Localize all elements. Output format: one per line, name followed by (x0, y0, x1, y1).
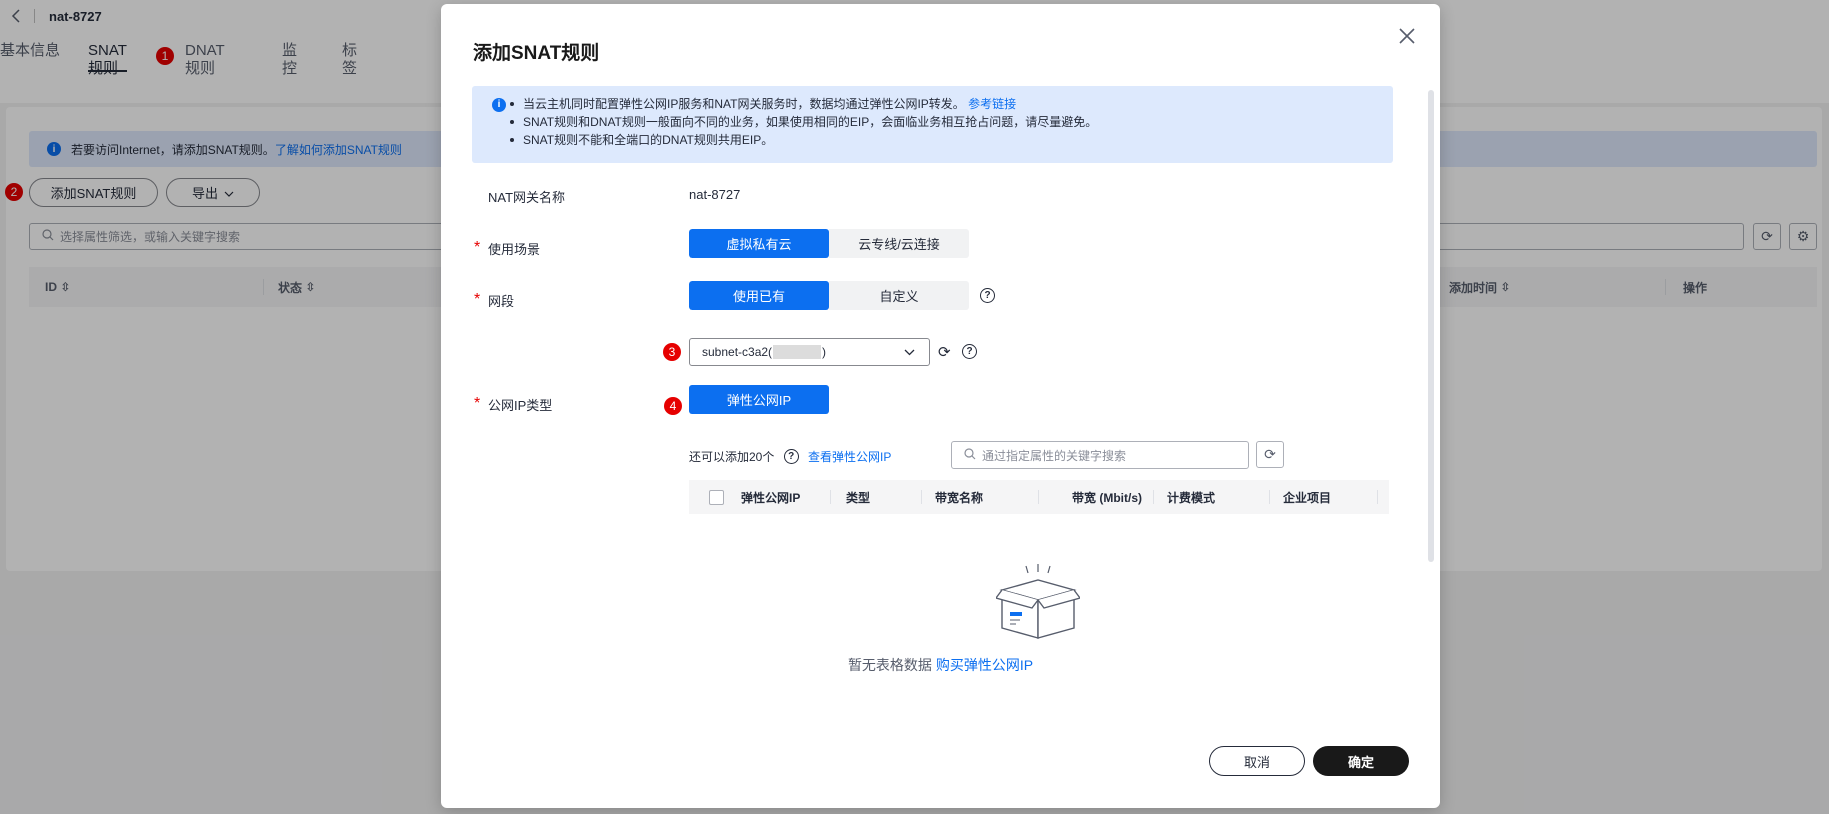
ip-type-label: * 公网IP类型 (474, 395, 553, 413)
gateway-name-value: nat-8727 (689, 187, 741, 202)
gateway-name-label: NAT网关名称 (488, 190, 566, 205)
column-header-enterprise-project: 企业项目 (1283, 490, 1332, 505)
eip-refresh-button[interactable]: ⟳ (1256, 441, 1284, 468)
scenario-option-vpc[interactable]: 虚拟私有云 (689, 229, 829, 258)
dialog-title: 添加SNAT规则 (473, 43, 600, 64)
subnet-mode-selector: 使用已有 自定义 (689, 281, 969, 310)
reference-link[interactable]: 参考链接 (968, 97, 1016, 111)
redacted-value (773, 345, 822, 359)
eip-search-input[interactable]: 通过指定属性的关键字搜索 (951, 441, 1249, 469)
column-header-bandwidth-name: 带宽名称 (935, 490, 984, 505)
column-header-billing: 计费模式 (1167, 490, 1216, 505)
eip-counter: 还可以添加20个 ? 查看弹性公网IP (689, 448, 891, 465)
step-badge: 3 (663, 343, 681, 361)
notice-item: SNAT规则不能和全端口的DNAT规则共用EIP。 (510, 131, 1393, 149)
notice-item: SNAT规则和DNAT规则一般面向不同的业务，如果使用相同的EIP，会面临业务相… (510, 113, 1393, 131)
view-eip-link[interactable]: 查看弹性公网IP (808, 450, 891, 464)
column-header-eip: 弹性公网IP (741, 490, 801, 505)
close-icon[interactable] (1396, 25, 1418, 47)
subnet-select-suffix: ) (822, 345, 827, 359)
search-icon (964, 447, 976, 463)
help-icon[interactable]: ? (962, 344, 977, 359)
scenario-label: * 使用场景 (474, 239, 541, 257)
column-divider (1269, 490, 1270, 504)
info-icon: i (492, 98, 506, 112)
dialog-notice: i 当云主机同时配置弹性公网IP服务和NAT网关服务时，数据均通过弹性公网IP转… (472, 86, 1393, 163)
select-all-checkbox[interactable] (709, 490, 724, 505)
subnet-select[interactable]: subnet-c3a2() (689, 338, 930, 366)
column-divider (830, 490, 831, 504)
subnet-label: * 网段 (474, 291, 515, 309)
column-divider (1038, 490, 1039, 504)
column-header-type: 类型 (846, 490, 871, 505)
column-divider (1153, 490, 1154, 504)
dialog-scrollbar[interactable] (1428, 90, 1434, 562)
column-divider (1377, 490, 1378, 504)
refresh-icon[interactable]: ⟳ (938, 343, 951, 361)
empty-box-icon (994, 564, 1082, 643)
eip-table-header: 弹性公网IP 类型 带宽名称 带宽 (Mbit/s) 计费模式 企业项目 (689, 480, 1389, 514)
cancel-button[interactable]: 取消 (1209, 746, 1305, 776)
empty-text: 暂无表格数据 (847, 657, 932, 673)
refresh-icon: ⟳ (1264, 446, 1276, 462)
help-icon[interactable]: ? (783, 449, 799, 465)
empty-state: 暂无表格数据 购买弹性公网IP (441, 655, 1440, 675)
subnet-option-existing[interactable]: 使用已有 (689, 281, 829, 310)
column-header-bandwidth: 带宽 (Mbit/s) (1072, 490, 1142, 505)
subnet-select-prefix: subnet-c3a2( (702, 345, 773, 359)
confirm-button[interactable]: 确定 (1313, 746, 1409, 776)
scenario-option-dc[interactable]: 云专线/云连接 (829, 229, 969, 258)
eip-search-placeholder: 通过指定属性的关键字搜索 (982, 448, 1127, 463)
required-mark: * (474, 239, 481, 256)
step-badge: 4 (664, 397, 682, 415)
notice-item: 当云主机同时配置弹性公网IP服务和NAT网关服务时，数据均通过弹性公网IP转发。… (510, 95, 1393, 113)
eip-counter-text: 还可以添加20个 (689, 450, 775, 464)
scenario-selector: 虚拟私有云 云专线/云连接 (689, 229, 969, 258)
buy-eip-link[interactable]: 购买弹性公网IP (936, 657, 1033, 673)
chevron-down-icon (904, 345, 915, 359)
required-mark: * (474, 395, 481, 412)
ip-type-option-eip[interactable]: 弹性公网IP (689, 385, 829, 414)
column-divider (921, 490, 922, 504)
subnet-option-custom[interactable]: 自定义 (829, 281, 969, 310)
required-mark: * (474, 291, 481, 308)
add-snat-rule-dialog: 添加SNAT规则 i 当云主机同时配置弹性公网IP服务和NAT网关服务时，数据均… (441, 4, 1440, 808)
help-icon[interactable]: ? (980, 288, 995, 303)
